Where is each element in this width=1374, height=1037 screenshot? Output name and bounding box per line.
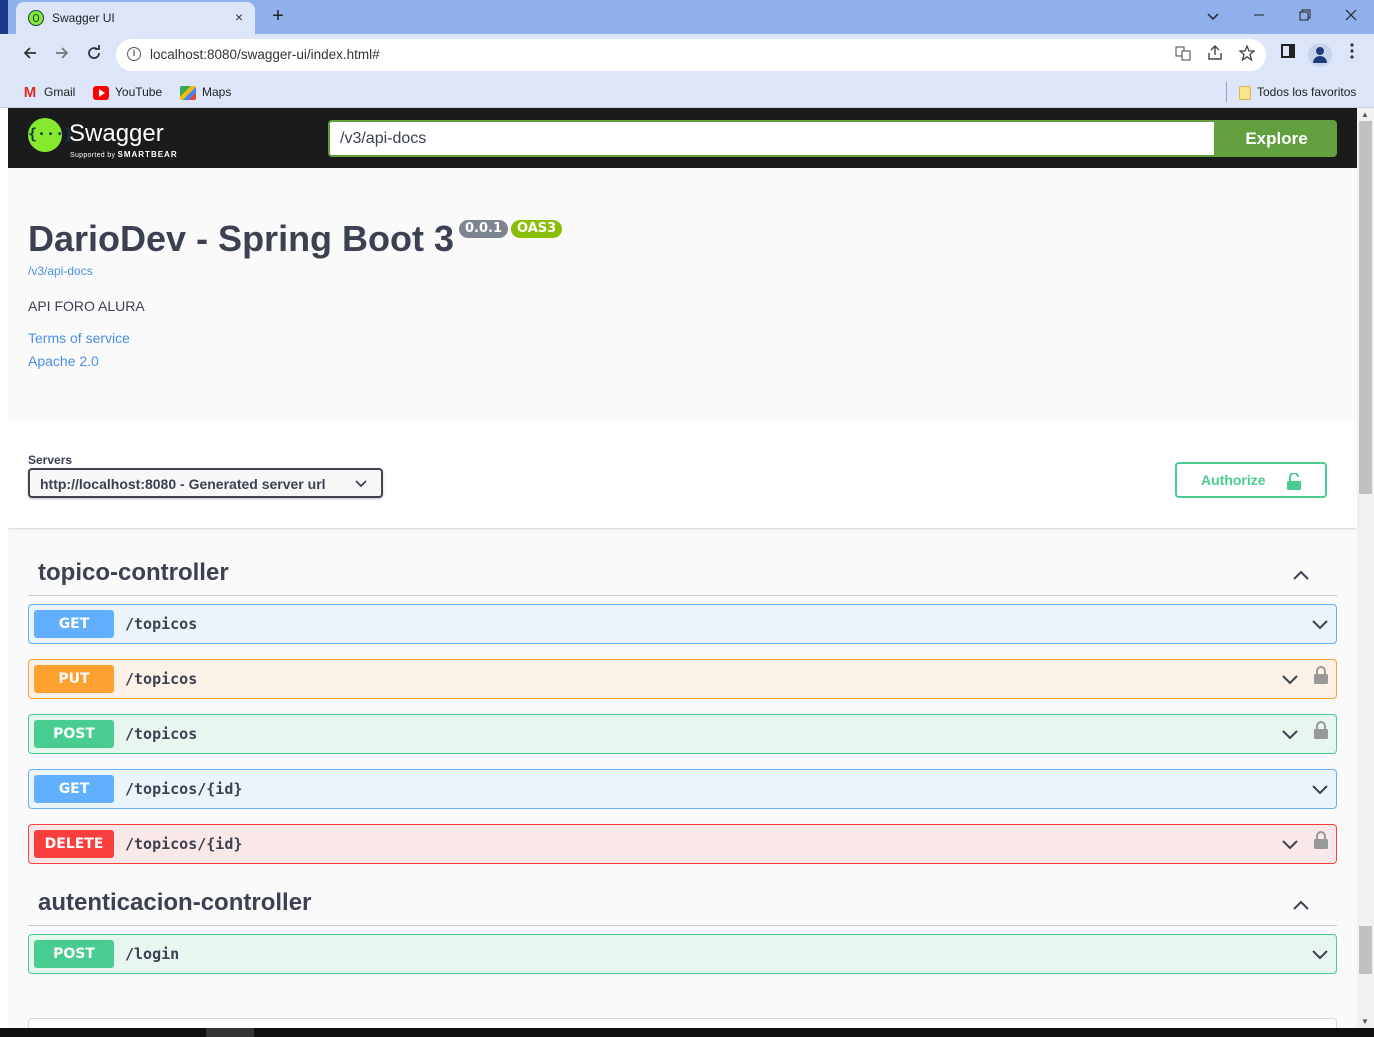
- operation-path: /login: [125, 945, 180, 963]
- profile-icon[interactable]: [1308, 43, 1332, 67]
- back-icon[interactable]: [16, 41, 44, 69]
- share-icon[interactable]: [1204, 45, 1226, 67]
- browser-toolbar: i localhost:8080/swagger-ui/index.html#: [0, 34, 1374, 76]
- method-badge: GET: [34, 775, 114, 803]
- chevron-down-icon[interactable]: [1280, 669, 1300, 694]
- swagger-topbar: {···} Swagger Supported by SMARTBEAR /v3…: [8, 108, 1357, 168]
- smartbear-tagline: Supported by SMARTBEAR: [70, 150, 178, 159]
- method-badge: POST: [34, 720, 114, 748]
- scroll-down-icon[interactable]: ▼: [1361, 1017, 1369, 1026]
- license-link[interactable]: Apache 2.0: [28, 353, 99, 369]
- spec-url-input[interactable]: /v3/api-docs: [328, 120, 1216, 157]
- bookmarks-bar: M Gmail YouTube Maps Todos los favoritos: [0, 76, 1374, 108]
- lock-icon[interactable]: [1314, 721, 1328, 744]
- bookmarks-divider: [1226, 82, 1227, 102]
- url-text: localhost:8080/swagger-ui/index.html#: [150, 47, 380, 62]
- version-badge: 0.0.1: [459, 220, 509, 238]
- minimize-icon[interactable]: [1236, 2, 1282, 30]
- tab-strip: Swagger UI × +: [0, 0, 1374, 34]
- swagger-favicon-icon: [28, 10, 44, 26]
- star-icon[interactable]: [1236, 44, 1258, 67]
- taskbar: [0, 1028, 1374, 1037]
- tab-title: Swagger UI: [52, 11, 115, 25]
- page-scrollbar[interactable]: ▲ ▼: [1357, 108, 1374, 1028]
- bookmark-gmail[interactable]: M Gmail: [22, 83, 76, 101]
- sidepanel-icon[interactable]: [1276, 43, 1300, 67]
- unlock-icon: [1287, 473, 1301, 490]
- info-icon[interactable]: i: [127, 47, 141, 61]
- operation-post-login[interactable]: POST/login: [28, 934, 1337, 974]
- scrollbar-thumb[interactable]: [1359, 121, 1372, 494]
- operation-path: /topicos: [125, 615, 198, 633]
- tag-header-topico-controller[interactable]: topico-controller: [28, 554, 1337, 596]
- tag-name: topico-controller: [38, 559, 229, 586]
- api-title: DarioDev - Spring Boot 3: [28, 218, 455, 259]
- chevron-down-icon[interactable]: [1310, 779, 1330, 804]
- scrollbar-thumb-secondary[interactable]: [1359, 926, 1372, 974]
- swagger-page: {···} Swagger Supported by SMARTBEAR /v3…: [8, 108, 1357, 1028]
- operation-path: /topicos: [125, 725, 198, 743]
- swagger-logo-icon: {···}: [28, 118, 73, 152]
- tab-close-icon[interactable]: ×: [229, 7, 249, 27]
- new-tab-button[interactable]: +: [266, 4, 290, 28]
- address-bar[interactable]: i localhost:8080/swagger-ui/index.html#: [116, 39, 1266, 71]
- oas-badge: OAS3: [511, 220, 563, 238]
- bookmark-youtube[interactable]: YouTube: [93, 83, 162, 101]
- folder-icon: [1239, 85, 1251, 100]
- scroll-up-icon[interactable]: ▲: [1361, 110, 1369, 119]
- maps-icon: [180, 85, 196, 100]
- chevron-down-icon[interactable]: [1310, 614, 1330, 639]
- chevron-up-icon[interactable]: [1291, 896, 1311, 921]
- servers-label: Servers: [28, 453, 73, 467]
- tag-header-autenticacion-controller[interactable]: autenticacion-controller: [28, 884, 1337, 926]
- youtube-icon: [93, 85, 109, 100]
- operation-delete-topicos-id[interactable]: DELETE/topicos/{id}: [28, 824, 1337, 864]
- method-badge: POST: [34, 940, 114, 968]
- forward-icon[interactable]: [48, 41, 76, 69]
- schemes-container: Servers http://localhost:8080 - Generate…: [8, 420, 1357, 528]
- bookmark-maps[interactable]: Maps: [180, 83, 231, 101]
- method-badge: GET: [34, 610, 114, 638]
- method-badge: DELETE: [34, 830, 114, 858]
- chevron-down-icon[interactable]: [1280, 834, 1300, 859]
- operation-path: /topicos: [125, 670, 198, 688]
- models-section: [28, 1018, 1337, 1028]
- spec-link[interactable]: /v3/api-docs: [28, 264, 93, 278]
- operation-get-topicos-id[interactable]: GET/topicos/{id}: [28, 769, 1337, 809]
- servers-select[interactable]: http://localhost:8080 - Generated server…: [28, 468, 383, 498]
- chevron-up-icon[interactable]: [1291, 566, 1311, 591]
- chevron-down-icon[interactable]: [1280, 724, 1300, 749]
- restore-icon[interactable]: [1282, 2, 1328, 30]
- gmail-icon: M: [23, 83, 37, 101]
- close-window-icon[interactable]: [1328, 2, 1374, 30]
- lock-icon[interactable]: [1314, 831, 1328, 854]
- operation-get-topicos[interactable]: GET/topicos: [28, 604, 1337, 644]
- operation-post-topicos[interactable]: POST/topicos: [28, 714, 1337, 754]
- operation-put-topicos[interactable]: PUT/topicos: [28, 659, 1337, 699]
- swagger-brand: Swagger: [69, 120, 164, 147]
- method-badge: PUT: [34, 665, 114, 693]
- browser-tab[interactable]: Swagger UI ×: [16, 2, 255, 34]
- translate-icon[interactable]: [1172, 45, 1194, 67]
- reload-icon[interactable]: [80, 41, 108, 69]
- terms-link[interactable]: Terms of service: [28, 330, 130, 346]
- tab-search-icon[interactable]: [1190, 2, 1236, 30]
- operation-path: /topicos/{id}: [125, 780, 243, 798]
- menu-icon[interactable]: [1340, 43, 1364, 67]
- api-description: API FORO ALURA: [28, 298, 145, 314]
- window-edge: [0, 0, 8, 34]
- lock-icon[interactable]: [1314, 666, 1328, 689]
- chevron-down-icon[interactable]: [1310, 944, 1330, 969]
- authorize-button[interactable]: Authorize: [1175, 462, 1327, 498]
- tag-name: autenticacion-controller: [38, 889, 312, 916]
- all-bookmarks-folder[interactable]: Todos los favoritos: [1239, 83, 1356, 101]
- operation-path: /topicos/{id}: [125, 835, 243, 853]
- explore-button[interactable]: Explore: [1216, 120, 1337, 157]
- chevron-down-icon: [355, 480, 367, 488]
